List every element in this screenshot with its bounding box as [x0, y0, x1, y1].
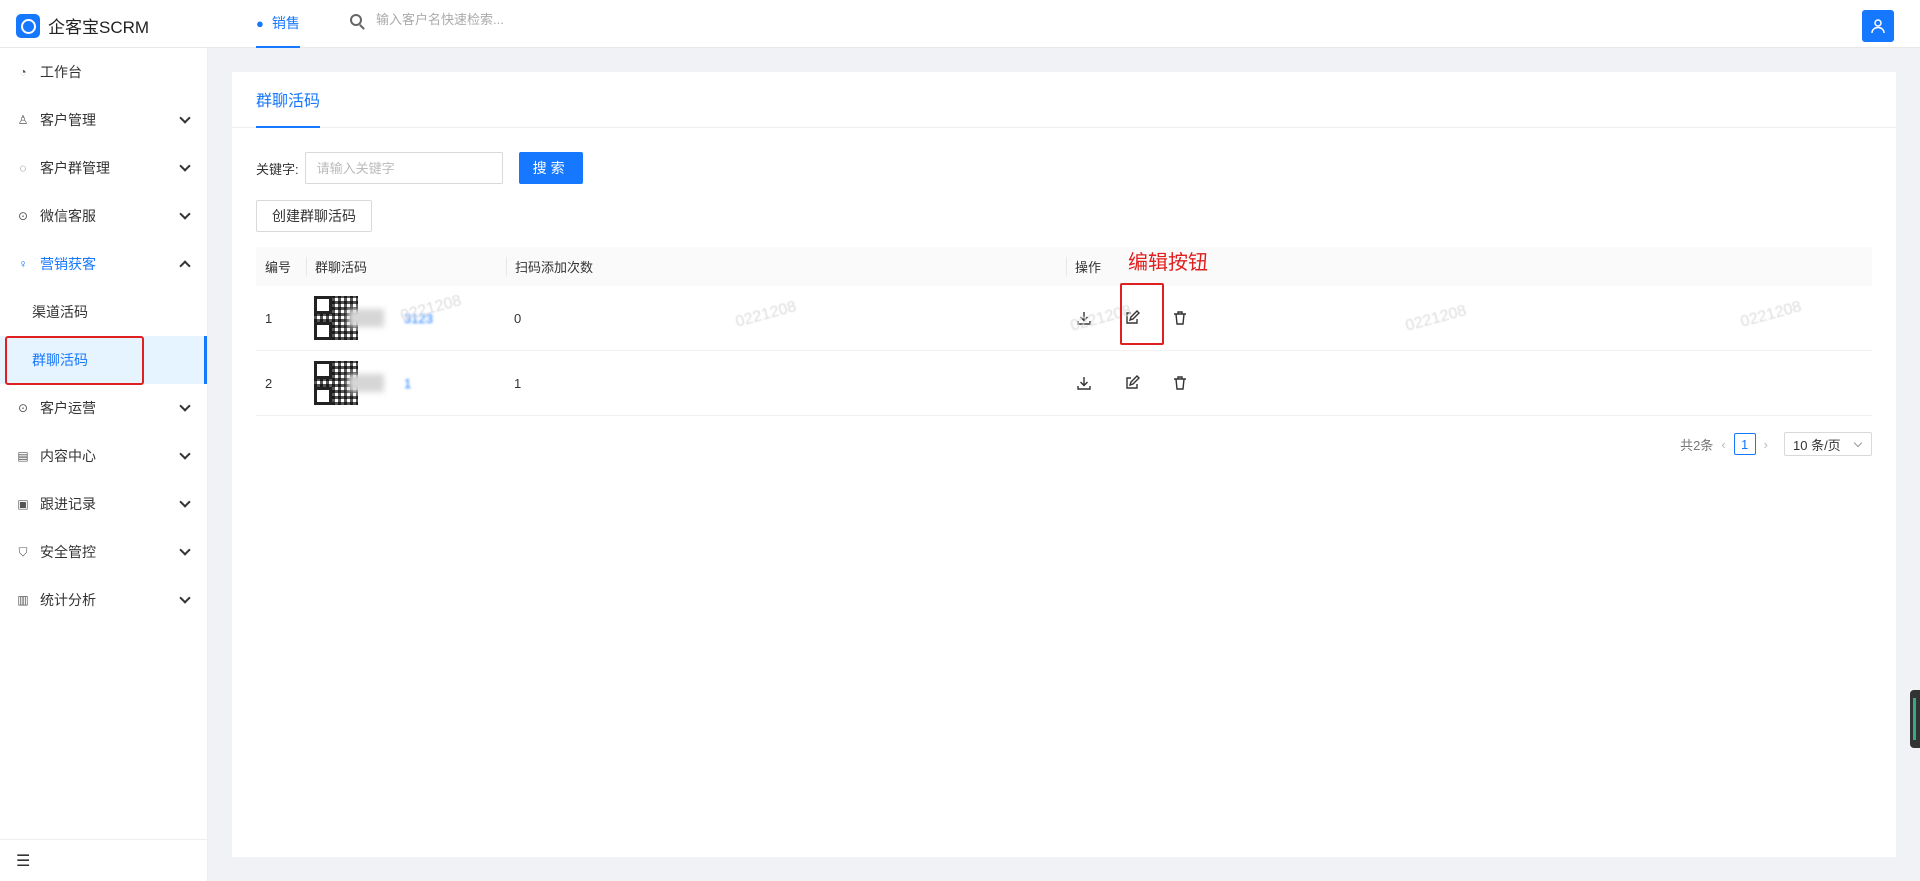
collapse-sidebar-button[interactable]: ☰ [0, 839, 207, 881]
chevron-down-icon [179, 592, 191, 604]
dashboard-icon: ◔ [19, 65, 27, 79]
user-icon [1871, 19, 1885, 34]
wechat-icon: ● [256, 15, 264, 31]
annotation-highlight-menu [5, 336, 144, 385]
search-button[interactable]: 搜索 [518, 152, 583, 184]
bulb-icon: ♀ [18, 257, 28, 271]
menu-collapse-icon: ☰ [16, 852, 31, 870]
sidebar-item-label: 客户管理 [40, 112, 96, 128]
sidebar-item-marketing[interactable]: ♀ 营销获客 [0, 240, 207, 288]
row-no: 1 [265, 310, 273, 326]
row-count: 1 [514, 375, 522, 391]
user-avatar-button[interactable] [1862, 10, 1894, 42]
row-no: 2 [265, 375, 273, 391]
app-logo[interactable]: 企客宝SCRM [16, 13, 149, 38]
annotation-highlight-edit [1120, 283, 1164, 345]
sidebar-item-label: 客户群管理 [40, 160, 110, 176]
table-row: 1 3123 0 [256, 286, 1872, 351]
store-icon: ▤ [17, 449, 29, 463]
create-group-code-button[interactable]: 创建群聊活码 [256, 200, 372, 232]
page-size-select[interactable]: 10 条/页 [1784, 432, 1872, 456]
search-icon [350, 13, 362, 26]
table-header: 编号 群聊活码 扫码添加次数 操作 [256, 247, 1872, 286]
tab-group-code[interactable]: 群聊活码 [256, 72, 321, 128]
bar-chart-icon: ▥ [17, 593, 29, 607]
row-code-cell: 1 [306, 361, 506, 405]
chat-icon: ◌ [19, 161, 27, 175]
group-code-table: 编号 群聊活码 扫码添加次数 操作 1 3123 0 2 1 1 [256, 247, 1872, 416]
shield-icon: ⛉ [18, 544, 28, 559]
sidebar-item-content-center[interactable]: ▤ 内容中心 [0, 432, 207, 480]
top-bar: 企客宝SCRM ● 销售 [0, 0, 1920, 48]
user-icon: ♙ [17, 113, 29, 127]
delete-icon[interactable] [1170, 373, 1190, 393]
blurred-region [348, 374, 384, 392]
sidebar-item-security[interactable]: ⛉ 安全管控 [0, 528, 207, 576]
header-no: 编号 [265, 260, 292, 275]
table-row: 2 1 1 [256, 351, 1872, 416]
sidebar-item-group-management[interactable]: ◌ 客户群管理 [0, 144, 207, 192]
sidebar-item-label: 内容中心 [40, 448, 96, 464]
customer-search-input[interactable] [376, 12, 676, 27]
chevron-down-icon [179, 448, 191, 460]
chevron-right-icon[interactable]: › [1764, 437, 1768, 452]
chevron-down-icon [179, 496, 191, 508]
pagination: 共2条 ‹ 1 › 10 条/页 [1680, 432, 1872, 456]
message-icon: ⊙ [17, 401, 29, 415]
keyword-input[interactable] [304, 152, 503, 184]
record-icon: ▣ [17, 497, 29, 511]
top-tab-sales[interactable]: ● 销售 [256, 0, 300, 48]
filter-row: 关键字: 搜索 [256, 152, 583, 184]
chevron-down-icon [179, 208, 191, 220]
chevron-down-icon [179, 544, 191, 556]
sidebar: ◔ 工作台 ♙ 客户管理 ◌ 客户群管理 ⊙ 微信客服 ♀ 营销获客 渠道活码 … [0, 48, 208, 881]
sidebar-item-label: 营销获客 [40, 256, 96, 272]
sidebar-item-label: 微信客服 [40, 208, 96, 224]
chevron-down-icon [179, 160, 191, 172]
sidebar-item-label: 统计分析 [40, 592, 96, 608]
chevron-left-icon[interactable]: ‹ [1721, 437, 1725, 452]
header-count: 扫码添加次数 [506, 257, 1066, 276]
sidebar-item-label: 客户运营 [40, 400, 96, 416]
main-panel: 群聊活码 关键字: 搜索 创建群聊活码 编号 群聊活码 扫码添加次数 操作 1 … [232, 72, 1896, 857]
delete-icon[interactable] [1170, 308, 1190, 328]
logo-icon [16, 13, 40, 38]
row-actions [1066, 373, 1466, 393]
top-tab-label: 销售 [271, 15, 300, 31]
sidebar-item-label: 安全管控 [40, 544, 96, 560]
sidebar-item-customer-operation[interactable]: ⊙ 客户运营 [0, 384, 207, 432]
app-name: 企客宝SCRM [48, 18, 150, 37]
pagination-page[interactable]: 1 [1733, 433, 1756, 455]
header-actions: 操作 [1066, 257, 1466, 276]
row-code-name[interactable]: 1 [404, 376, 411, 391]
sidebar-item-workbench[interactable]: ◔ 工作台 [0, 48, 207, 96]
sidebar-item-wechat-service[interactable]: ⊙ 微信客服 [0, 192, 207, 240]
sidebar-item-follow-up[interactable]: ▣ 跟进记录 [0, 480, 207, 528]
blurred-region [348, 309, 384, 327]
tab-bar: 群聊活码 [232, 72, 1896, 128]
chevron-up-icon [179, 260, 191, 272]
download-icon[interactable] [1074, 373, 1094, 393]
keyword-label: 关键字: [256, 161, 299, 177]
pagination-total: 共2条 [1680, 437, 1714, 453]
floating-side-handle[interactable] [1910, 690, 1920, 748]
sidebar-item-statistics[interactable]: ▥ 统计分析 [0, 576, 207, 624]
top-search [350, 12, 676, 27]
sidebar-subitem-channel-code[interactable]: 渠道活码 [0, 288, 207, 336]
chevron-down-icon [179, 112, 191, 124]
sidebar-item-customer-management[interactable]: ♙ 客户管理 [0, 96, 207, 144]
sidebar-item-label: 工作台 [40, 64, 82, 80]
edit-icon[interactable] [1122, 373, 1142, 393]
chevron-down-icon [179, 400, 191, 412]
sidebar-item-label: 跟进记录 [40, 496, 96, 512]
header-code: 群聊活码 [306, 257, 506, 276]
message-icon: ⊙ [17, 209, 29, 223]
annotation-label: 编辑按钮 [1128, 252, 1208, 274]
